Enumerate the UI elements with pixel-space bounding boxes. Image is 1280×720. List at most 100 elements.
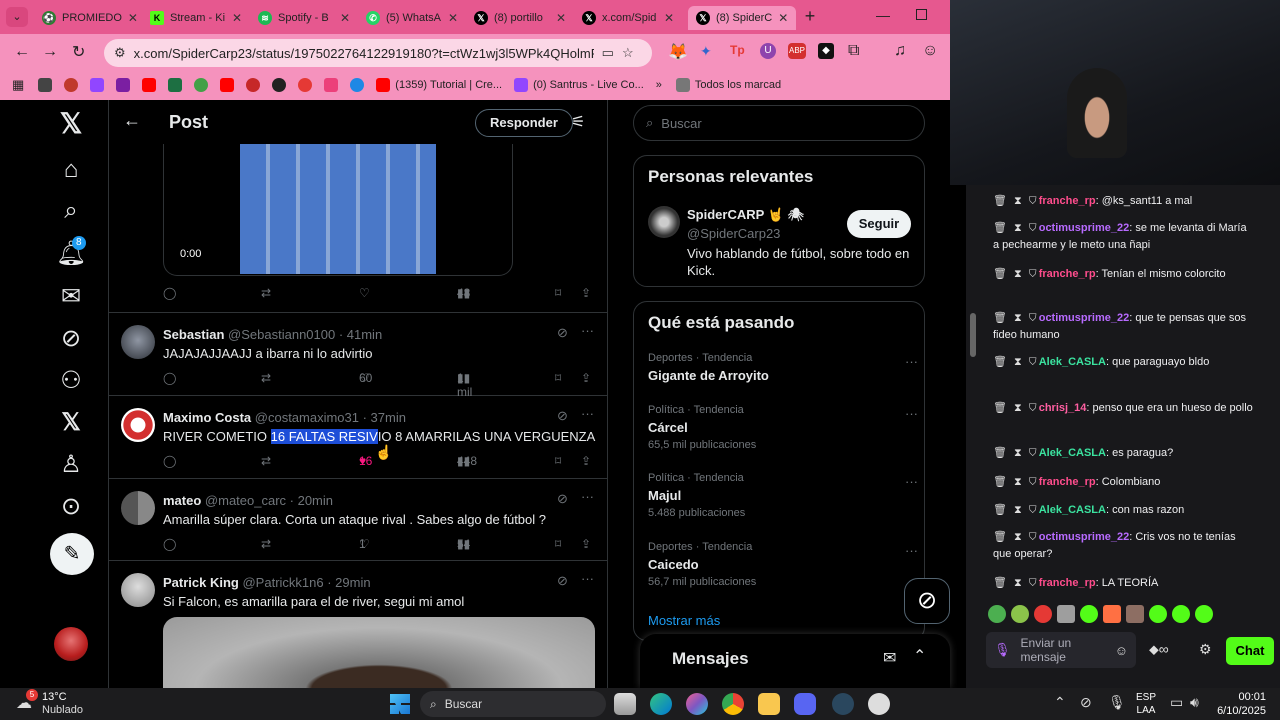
chat-username[interactable]: octimusprime_22 <box>1039 312 1129 324</box>
network-off-icon[interactable]: ⊘ <box>1080 694 1092 711</box>
more-dots-icon[interactable]: ··· <box>581 571 594 586</box>
steam-icon[interactable] <box>832 693 854 715</box>
bookmark-icon[interactable]: ⌑ <box>555 537 561 551</box>
clock[interactable]: 00:01 6/10/2025 <box>1214 690 1266 718</box>
views-icon[interactable]: ▮▮ 448 <box>457 454 477 468</box>
back-arrow-icon[interactable]: ← <box>14 43 30 61</box>
share-icon[interactable]: ⇪ <box>581 371 591 385</box>
address-bar[interactable]: ⚙ x.com/SpiderCarp23/status/197502276412… <box>104 39 652 67</box>
chat-username[interactable]: octimusprime_22 <box>1039 222 1129 234</box>
reply-tweet[interactable]: Maximo Costa @costamaximo31 · 37min ⊘ ··… <box>109 396 607 479</box>
app-icon[interactable] <box>868 693 890 715</box>
chat-send-button[interactable]: Chat <box>1226 637 1274 665</box>
chrome-icon[interactable] <box>722 693 744 715</box>
close-icon[interactable]: ✕ <box>556 11 566 25</box>
media-control-icon[interactable]: ♫ <box>894 42 906 60</box>
minimize-button[interactable]: — <box>876 7 890 23</box>
more-dots-icon[interactable]: ··· <box>581 323 594 338</box>
bookmark-excel-icon[interactable] <box>168 78 183 92</box>
volume-icon[interactable]: 🔊︎ <box>1190 694 1199 711</box>
reply-icon[interactable]: ◯ <box>163 537 176 551</box>
extensions-puzzle-icon[interactable]: ⧉ <box>848 42 859 60</box>
display-icon[interactable]: ▭ <box>1170 694 1183 711</box>
more-dots-icon[interactable]: ··· <box>581 406 594 421</box>
retweet-icon[interactable]: ⇄ <box>261 371 271 385</box>
emote-icon[interactable] <box>988 605 1006 623</box>
start-windows-icon[interactable] <box>390 694 410 714</box>
like-heart-icon[interactable]: ♡ <box>359 286 370 300</box>
post-compose-button[interactable]: ✎ <box>50 533 94 575</box>
messages-envelope-icon[interactable]: ✉ <box>52 277 90 315</box>
taskbar-search[interactable]: ⌕ Buscar <box>420 691 606 717</box>
like-heart-icon[interactable]: ♡ 60 <box>359 371 372 385</box>
bookmark-extension-icon[interactable] <box>38 78 53 92</box>
bookmark-green-icon[interactable] <box>194 78 209 92</box>
bookmark-tutorial[interactable]: (1359) Tutorial | Cre... <box>376 78 502 92</box>
trend-item[interactable]: Política · Tendencia Majul 5.488 publicaci… <box>648 472 918 519</box>
messages-drawer[interactable]: Mensajes ✉ ⌃ <box>640 634 950 688</box>
trend-item[interactable]: Deportes · Tendencia Gigante de Arroyito ·… <box>648 352 918 383</box>
weather-widget[interactable]: ☁ 5 13°C Nublado <box>16 689 126 717</box>
bookmark-icon[interactable]: ⌑ <box>555 286 561 300</box>
reply-tweet[interactable]: mateo @mateo_carc · 20min ⊘ ··· Amarilla… <box>109 479 607 561</box>
show-more-link[interactable]: Mostrar más <box>648 613 720 628</box>
bookmark-red-icon[interactable] <box>298 78 313 92</box>
tab-list-dropdown[interactable]: ⌄ <box>6 7 28 27</box>
chat-username[interactable]: Alek_CASLA <box>1039 504 1106 516</box>
chat-username[interactable]: franche_rp <box>1039 476 1096 488</box>
adblock-icon[interactable]: ABP <box>788 43 806 59</box>
home-icon[interactable]: ⌂ <box>52 151 90 189</box>
search-input[interactable]: ⌕ Buscar <box>633 105 925 141</box>
bookmark-icon[interactable]: ⌑ <box>555 371 561 385</box>
close-icon[interactable]: ✕ <box>778 11 788 25</box>
retweet-icon[interactable]: ⇄ <box>261 454 271 468</box>
trend-item[interactable]: Política · Tendencia Cárcel 65,5 mil publi… <box>648 404 918 451</box>
emote-icon[interactable] <box>1034 605 1052 623</box>
site-settings-icon[interactable]: ⚙ <box>114 45 126 61</box>
microphone-icon[interactable]: 🎙︎ <box>1108 694 1126 711</box>
new-tab-button[interactable]: + <box>800 6 820 26</box>
avatar[interactable] <box>121 573 155 607</box>
grok-icon[interactable]: ⊘ <box>557 408 568 424</box>
maximize-button[interactable] <box>916 9 927 20</box>
tweet-author[interactable]: Patrick King @Patrickk1n6 · 29min <box>163 575 371 590</box>
bookmark-star-icon[interactable]: ☆ <box>622 45 634 61</box>
profile-name[interactable]: SpiderCARP 🤘 🕷 <box>687 207 804 223</box>
chat-username[interactable]: chrisj_14 <box>1039 402 1087 414</box>
communities-icon[interactable]: ⚇ <box>52 361 90 399</box>
follow-button[interactable]: Seguir <box>847 210 911 238</box>
avatar[interactable] <box>54 627 88 661</box>
tweet-author[interactable]: Maximo Costa @costamaximo31 · 37min <box>163 410 406 425</box>
tab-x-spiderc[interactable]: 𝕏 (8) SpiderC ✕ <box>688 6 796 30</box>
extension-blue-icon[interactable]: ✦ <box>700 43 712 60</box>
profile-avatar-icon[interactable]: ☺ <box>922 42 938 60</box>
file-explorer-icon[interactable] <box>758 693 780 715</box>
chat-username[interactable]: franche_rp <box>1039 577 1096 589</box>
close-icon[interactable]: ✕ <box>128 11 138 25</box>
emote-icon[interactable] <box>1080 605 1098 623</box>
tab-spotify[interactable]: ≋ Spotify - B ✕ <box>250 6 358 30</box>
emote-icon[interactable] <box>1149 605 1167 623</box>
chevron-up-icon[interactable]: ⌃ <box>1054 694 1066 711</box>
bookmark-twitch-icon[interactable] <box>90 78 105 92</box>
task-view-icon[interactable] <box>614 693 636 715</box>
bookmark-dark-icon[interactable] <box>272 78 287 92</box>
bookmark-all[interactable]: Todos los marcad <box>675 78 781 92</box>
discord-icon[interactable] <box>794 693 816 715</box>
like-heart-icon[interactable]: ♡ 1 <box>359 537 370 551</box>
share-icon[interactable]: ⇪ <box>581 537 591 551</box>
bookmark-icon[interactable]: ⌑ <box>555 454 561 468</box>
microphone-icon[interactable]: 🎙︎ <box>994 642 1011 658</box>
tweet-author[interactable]: mateo @mateo_carc · 20min <box>163 493 333 508</box>
chat-username[interactable]: Alek_CASLA <box>1039 356 1106 368</box>
bookmark-youtube-icon[interactable] <box>142 78 157 92</box>
grok-icon[interactable]: ⊘ <box>52 319 90 357</box>
reply-icon[interactable]: ◯ <box>163 371 176 385</box>
bookmark-youtube-icon[interactable] <box>220 78 235 92</box>
more-dots-icon[interactable]: ··· <box>905 406 918 421</box>
bookmark-purple-icon[interactable] <box>116 78 131 92</box>
back-arrow-icon[interactable]: ← <box>123 110 141 131</box>
video-player[interactable]: 0:00 <box>163 144 513 276</box>
extension-u-icon[interactable]: U <box>760 43 776 59</box>
more-dots-icon[interactable]: ··· <box>905 354 918 369</box>
